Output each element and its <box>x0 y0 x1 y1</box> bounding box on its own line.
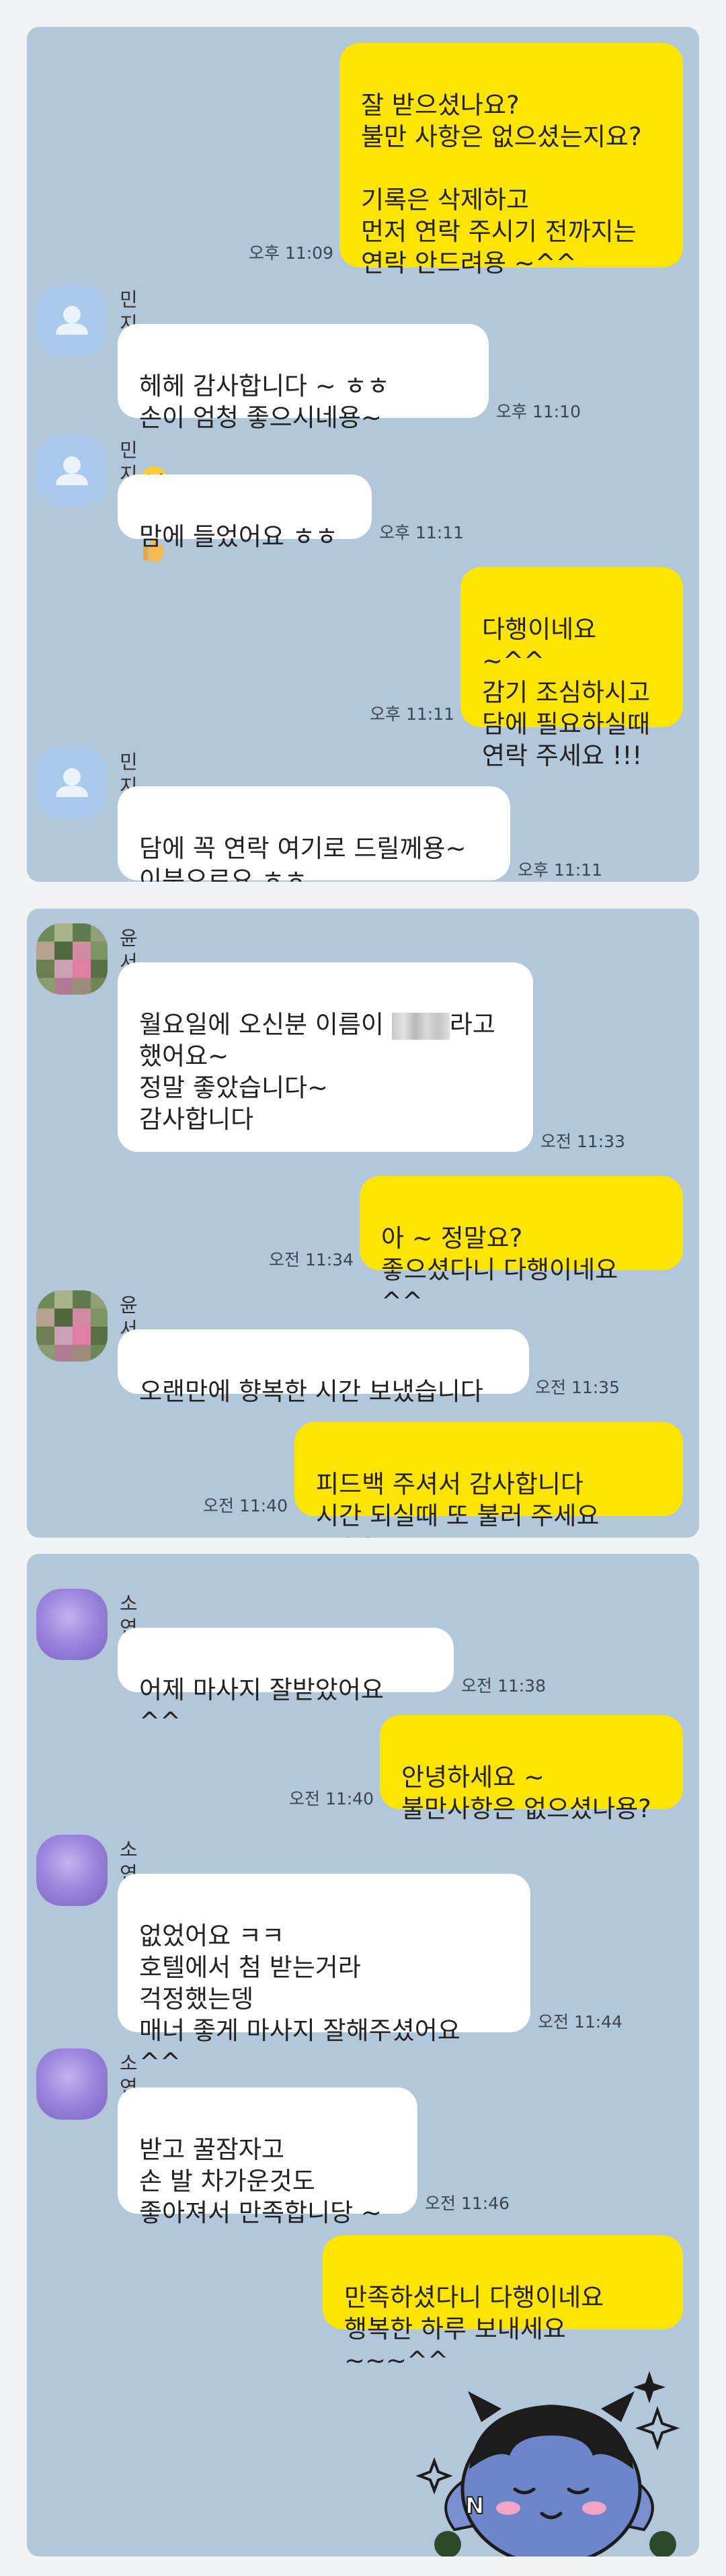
message-bubble[interactable]: 오랜만에 향복한 시간 보냈습니다 <box>118 1329 529 1406</box>
message-time: 오전 11:33 <box>540 1132 625 1151</box>
message-time: 오후 11:11 <box>370 704 454 724</box>
avatar[interactable] <box>36 747 108 819</box>
message-time: 오전 11:40 <box>203 1496 288 1515</box>
blurred-avatar[interactable] <box>36 1290 108 1362</box>
message-bubble[interactable]: 아 ~ 정말요? 좋으셨다니 다행이네요 ^^ <box>360 1176 683 1316</box>
message-text: 담에 꼭 연락 여기로 드릴께용~ 이분으로요 ㅎㅎ <box>139 834 467 882</box>
message-time: 오전 11:44 <box>538 2012 622 2032</box>
avatar[interactable] <box>36 285 108 356</box>
message-time: 오후 11:10 <box>496 402 581 421</box>
chat-screenshot-2: 윤서 월요일에 오신분 이름이 라고 했어요~ 정말 좋았습니다~ 감사합니다 … <box>27 909 699 1538</box>
message-time: 오후 11:11 <box>518 860 602 880</box>
chat-screenshot-3: 소연 어제 마사지 잘받았어요 ^^ 오전 11:38 안녕하세요 ~ 불만사항… <box>27 1554 699 2557</box>
message-bubble[interactable]: 어제 마사지 잘받았어요 ^^ <box>118 1628 454 1736</box>
default-profile-icon <box>56 456 88 485</box>
default-profile-icon <box>56 768 88 797</box>
message-bubble[interactable]: 담에 꼭 연락 여기로 드릴께용~ 이분으로요 ㅎㅎ <box>118 786 510 882</box>
blurred-avatar[interactable] <box>36 1589 108 1660</box>
message-text: 다행이네요 ~^^ 감기 조심하시고 담에 필요하실때 연락 주세요 !!! <box>482 615 651 770</box>
message-bubble[interactable]: 헤헤 감사합니다 ~ ㅎㅎ 손이 엄청 좋으시네용~ <box>118 324 489 562</box>
message-text: 피드백 주셔서 감사합니다 시간 되실때 또 불러 주세요 ~^^ <box>316 1470 600 1538</box>
chat-screenshot-1: 잘 받으셨나요? 불만 사항은 없으셨는지요? 기록은 삭제하고 먼저 연락 주… <box>27 27 699 882</box>
message-time: 오후 11:11 <box>379 523 464 542</box>
blurred-avatar[interactable] <box>36 2048 108 2120</box>
message-bubble[interactable]: 안녕하세요 ~ 불만사항은 없으셨나용? <box>380 1715 683 1823</box>
message-time: 오전 11:38 <box>461 1676 546 1696</box>
message-time: 오전 11:35 <box>535 1378 620 1397</box>
message-text: 맘에 들었어요 ㅎㅎ <box>139 522 338 551</box>
message-bubble[interactable]: 맘에 들었어요 ㅎㅎ <box>118 474 372 551</box>
message-text: 받고 꿀잠자고 손 발 차가운것도 좋아져서 만족합니당 ~ <box>139 2135 382 2227</box>
message-time: 오후 11:09 <box>249 243 333 263</box>
message-time: 오전 11:34 <box>269 1250 354 1270</box>
avatar[interactable] <box>36 435 108 507</box>
message-bubble[interactable]: 받고 꿀잠자고 손 발 차가운것도 좋아져서 만족합니당 ~ <box>118 2087 417 2227</box>
message-text: 월요일에 오신분 이름이 <box>139 1010 392 1039</box>
message-bubble[interactable]: 만족하셨다니 다행이네요 행복한 하루 보내세요 ~~~^^ <box>323 2235 683 2375</box>
kakao-friend-sticker[interactable]: N <box>407 2355 699 2557</box>
message-bubble[interactable]: 월요일에 오신분 이름이 라고 했어요~ 정말 좋았습니다~ 감사합니다 <box>118 962 533 1152</box>
default-profile-icon <box>56 306 88 335</box>
message-text: 어제 마사지 잘받았어요 ^^ <box>139 1675 384 1736</box>
message-text: 없었어요 ㅋㅋ 호텔에서 첨 받는거라 걱정했는뎅 매너 좋게 마사지 잘해주셨… <box>139 1921 460 2077</box>
message-text: 아 ~ 정말요? 좋으셨다니 다행이네요 ^^ <box>381 1224 618 1316</box>
blurred-avatar[interactable] <box>36 1835 108 1906</box>
message-bubble[interactable]: 잘 받으셨나요? 불만 사항은 없으셨는지요? 기록은 삭제하고 먼저 연락 주… <box>339 43 683 278</box>
message-time: 오전 11:46 <box>425 2194 510 2213</box>
message-bubble[interactable]: 피드백 주셔서 감사합니다 시간 되실때 또 불러 주세요 ~^^ <box>294 1422 683 1538</box>
blurred-avatar[interactable] <box>36 923 108 995</box>
blurred-name <box>391 1012 450 1040</box>
message-text: 헤헤 감사합니다 ~ ㅎㅎ 손이 엄청 좋으시네용~ <box>139 372 390 432</box>
message-bubble[interactable]: 다행이네요 ~^^ 감기 조심하시고 담에 필요하실때 연락 주세요 !!! <box>460 567 683 770</box>
message-bubble[interactable]: 없었어요 ㅋㅋ 호텔에서 첨 받는거라 걱정했는뎅 매너 좋게 마사지 잘해주셨… <box>118 1874 530 2077</box>
message-time: 오전 11:40 <box>289 1789 374 1809</box>
svg-text:N: N <box>465 2493 484 2520</box>
message-text: 오랜만에 향복한 시간 보냈습니다 <box>139 1377 483 1406</box>
message-text: 잘 받으셨나요? 불만 사항은 없으셨는지요? 기록은 삭제하고 먼저 연락 주… <box>361 91 642 278</box>
message-text: 안녕하세요 ~ 불만사항은 없으셨나용? <box>401 1763 651 1823</box>
